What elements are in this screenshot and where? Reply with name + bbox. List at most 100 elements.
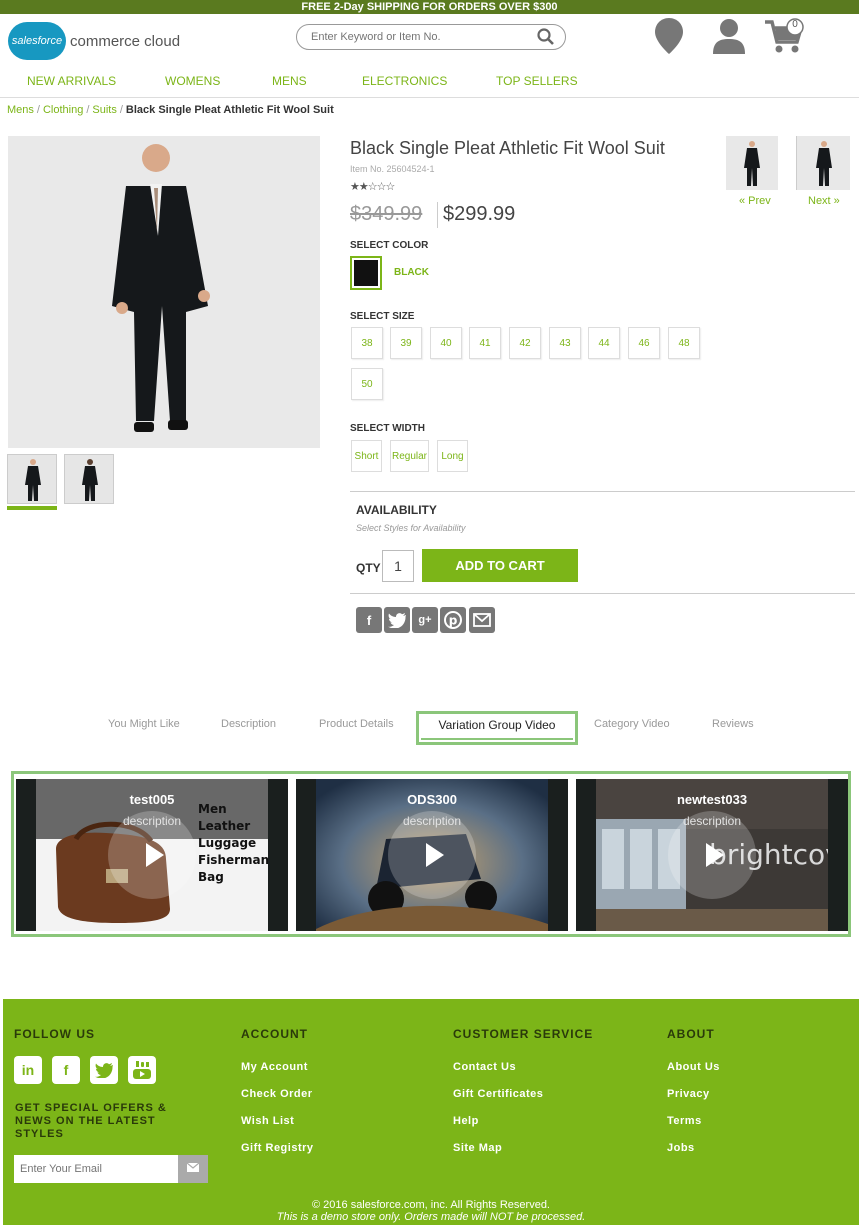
product-thumbnail-front[interactable]	[7, 454, 57, 504]
pinterest-icon[interactable]: p	[440, 607, 466, 633]
facebook-icon[interactable]: f	[52, 1056, 80, 1084]
footer-link-about-us[interactable]: About Us	[667, 1061, 720, 1073]
select-size-label: SELECT SIZE	[350, 311, 415, 322]
site-footer: FOLLOW US in f GET SPECIAL OFFERS & NEWS…	[3, 999, 859, 1225]
thumbnail-active-indicator	[7, 506, 57, 510]
youtube-icon[interactable]	[128, 1056, 156, 1084]
twitter-icon[interactable]	[90, 1056, 118, 1084]
store-locator-icon[interactable]	[655, 18, 683, 59]
footer-follow-heading: FOLLOW US	[14, 1027, 95, 1041]
footer-copyright: © 2016 salesforce.com, inc. All Rights R…	[312, 1199, 550, 1211]
google-plus-icon[interactable]: g+	[412, 607, 438, 633]
tab-description[interactable]: Description	[221, 718, 276, 730]
footer-link-jobs[interactable]: Jobs	[667, 1142, 695, 1154]
footer-link-terms[interactable]: Terms	[667, 1115, 702, 1127]
width-option-long[interactable]: Long	[437, 440, 468, 472]
next-product-link[interactable]: Next »	[808, 195, 840, 207]
size-option-46[interactable]: 46	[628, 327, 660, 359]
breadcrumb-current: Black Single Pleat Athletic Fit Wool Sui…	[125, 104, 334, 116]
tab-category-video[interactable]: Category Video	[594, 718, 670, 730]
product-thumbnail-back[interactable]	[64, 454, 114, 504]
footer-link-contact-us[interactable]: Contact Us	[453, 1061, 516, 1073]
availability-title: AVAILABILITY	[356, 503, 437, 517]
newsletter-email-input[interactable]	[14, 1155, 178, 1183]
tab-reviews[interactable]: Reviews	[712, 718, 754, 730]
product-title: Black Single Pleat Athletic Fit Wool Sui…	[350, 138, 665, 158]
search-icon[interactable]	[537, 28, 555, 46]
video-title: test005	[129, 792, 175, 807]
breadcrumb-clothing[interactable]: Clothing	[43, 104, 83, 116]
logo-text: commerce cloud	[70, 32, 181, 50]
next-product-thumbnail[interactable]	[796, 136, 850, 190]
envelope-icon	[186, 1162, 200, 1172]
search-input[interactable]	[311, 31, 537, 43]
cart-count: 0	[792, 19, 798, 30]
price-divider	[437, 202, 438, 228]
main-nav: NEW ARRIVALS WOMENS MENS ELECTRONICS TOP…	[0, 70, 859, 98]
product-rating-stars[interactable]: ★★☆☆☆	[350, 180, 395, 193]
nav-womens[interactable]: WOMENS	[165, 74, 220, 88]
nav-top-sellers[interactable]: TOP SELLERS	[496, 74, 578, 88]
footer-link-gift-registry[interactable]: Gift Registry	[241, 1142, 314, 1154]
footer-link-gift-certificates[interactable]: Gift Certificates	[453, 1088, 543, 1100]
product-main-image[interactable]	[8, 136, 320, 448]
size-option-41[interactable]: 41	[469, 327, 501, 359]
prev-product-link[interactable]: « Prev	[739, 195, 771, 207]
add-to-cart-button[interactable]: ADD TO CART	[422, 549, 578, 582]
nav-new-arrivals[interactable]: NEW ARRIVALS	[27, 74, 116, 88]
footer-link-check-order[interactable]: Check Order	[241, 1088, 313, 1100]
width-option-short[interactable]: Short	[351, 440, 382, 472]
breadcrumb-suits[interactable]: Suits	[92, 104, 116, 116]
quantity-input[interactable]	[382, 550, 414, 582]
facebook-icon[interactable]: f	[356, 607, 382, 633]
nav-mens[interactable]: MENS	[272, 74, 307, 88]
play-icon[interactable]	[668, 811, 756, 899]
footer-demo-notice: This is a demo store only. Orders made w…	[276, 1211, 586, 1223]
email-icon[interactable]	[469, 607, 495, 633]
size-option-48[interactable]: 48	[668, 327, 700, 359]
footer-link-site-map[interactable]: Site Map	[453, 1142, 502, 1154]
newsletter-submit-button[interactable]	[178, 1155, 208, 1183]
site-logo[interactable]: salesforce commerce cloud	[8, 22, 180, 60]
tab-you-might-like[interactable]: You Might Like	[108, 718, 180, 730]
footer-link-privacy[interactable]: Privacy	[667, 1088, 710, 1100]
cart-icon[interactable]: 0	[765, 16, 807, 61]
video-card[interactable]: brightcove newtest033 description	[576, 779, 848, 931]
nav-electronics[interactable]: ELECTRONICS	[362, 74, 447, 88]
color-swatch-black[interactable]	[350, 256, 382, 290]
footer-offer-text: GET SPECIAL OFFERS & NEWS ON THE LATEST …	[15, 1102, 167, 1140]
svg-text:p: p	[449, 614, 458, 628]
size-option-38[interactable]: 38	[351, 327, 383, 359]
salesforce-logo-badge: salesforce	[8, 22, 66, 60]
linkedin-icon[interactable]: in	[14, 1056, 42, 1084]
select-width-label: SELECT WIDTH	[350, 423, 425, 434]
size-option-44[interactable]: 44	[588, 327, 620, 359]
size-option-50[interactable]: 50	[351, 368, 383, 400]
video-title: ODS300	[407, 792, 457, 807]
product-original-price: $349.99	[350, 203, 423, 225]
play-icon[interactable]	[388, 811, 476, 899]
breadcrumb-mens[interactable]: Mens	[7, 104, 34, 116]
breadcrumb: Mens / Clothing / Suits / Black Single Pleat A…	[7, 104, 334, 116]
play-icon[interactable]	[108, 811, 196, 899]
footer-link-my-account[interactable]: My Account	[241, 1061, 308, 1073]
size-option-43[interactable]: 43	[549, 327, 581, 359]
tab-variation-group-video[interactable]: Variation Group Video	[416, 711, 578, 745]
size-option-40[interactable]: 40	[430, 327, 462, 359]
size-option-39[interactable]: 39	[390, 327, 422, 359]
video-card[interactable]: Men Leather Luggage Fisherman Bag test005 de…	[16, 779, 288, 931]
tab-product-details[interactable]: Product Details	[319, 718, 394, 730]
footer-link-help[interactable]: Help	[453, 1115, 479, 1127]
video-card[interactable]: ODS300 description	[296, 779, 568, 931]
size-option-42[interactable]: 42	[509, 327, 541, 359]
selected-color-name: BLACK	[394, 267, 429, 278]
width-option-regular[interactable]: Regular	[390, 440, 429, 472]
footer-link-wish-list[interactable]: Wish List	[241, 1115, 294, 1127]
product-sale-price: $299.99	[443, 203, 516, 225]
twitter-icon[interactable]	[384, 607, 410, 633]
video-title: newtest033	[676, 792, 748, 807]
prev-product-thumbnail[interactable]	[726, 136, 778, 190]
qty-label: QTY	[356, 561, 381, 575]
product-item-number: Item No. 25604524-1	[350, 164, 435, 174]
account-icon[interactable]	[713, 18, 745, 59]
